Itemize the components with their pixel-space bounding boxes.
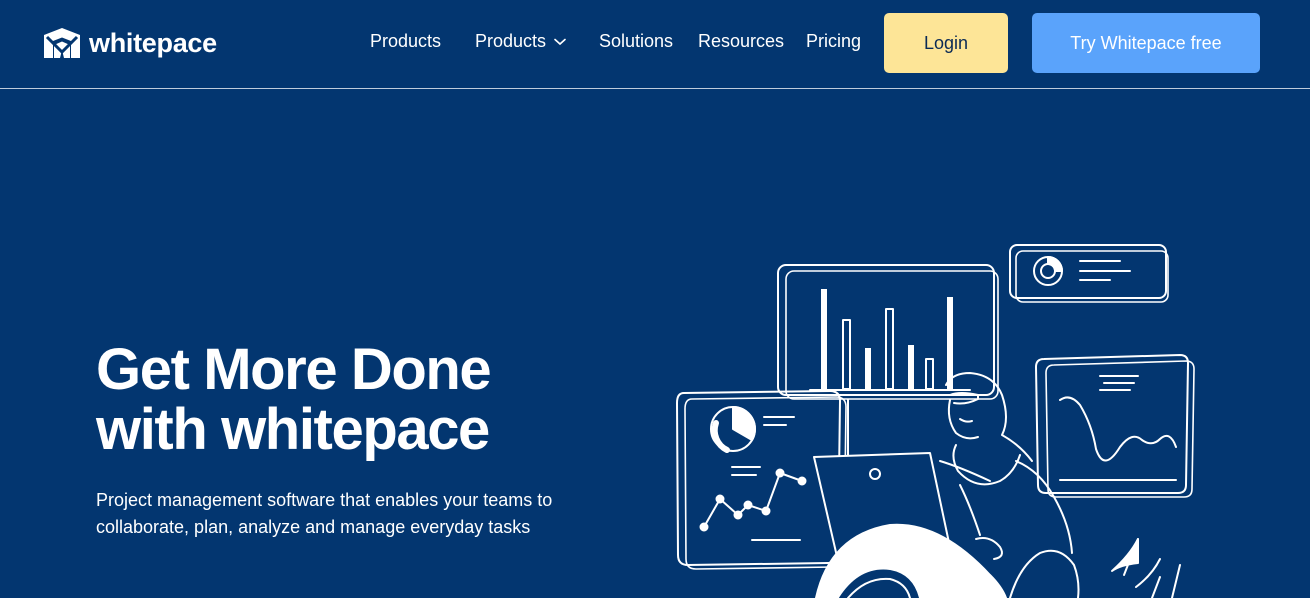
nav-resources[interactable]: Resources [698,31,784,52]
try-free-button[interactable]: Try Whitepace free [1032,13,1260,73]
leaves-decoration [1111,538,1181,598]
whitepace-logo-icon [44,28,80,58]
login-button[interactable]: Login [884,13,1008,73]
nav-solutions[interactable]: Solutions [599,31,673,52]
bar-chart-card [777,264,999,400]
brand-logo[interactable]: whitepace [44,28,217,58]
chevron-down-icon [554,38,566,45]
nav-pricing[interactable]: Pricing [806,31,861,52]
hero-title-line-1: Get More Done [96,337,492,402]
nav-products-dropdown[interactable]: Products [475,31,566,52]
hero-subtitle-line-1: Project management software that enables… [96,490,553,510]
hero-title-line-2: with whitepace [96,397,490,462]
navbar: whitepace Products Products Solutions Re… [0,0,1310,89]
hero-title: Get More Done with whitepace [96,337,492,462]
donut-card [1009,244,1169,303]
wave-card [1035,354,1195,498]
brand-name: whitepace [89,27,217,58]
nav-products-dropdown-label: Products [475,31,547,51]
hero-illustration [676,244,1195,598]
nav-products[interactable]: Products [370,31,441,52]
hero-subtitle: Project management software that enables… [96,487,552,541]
hero-subtitle-line-2: collaborate, plan, analyze and manage ev… [96,517,531,537]
